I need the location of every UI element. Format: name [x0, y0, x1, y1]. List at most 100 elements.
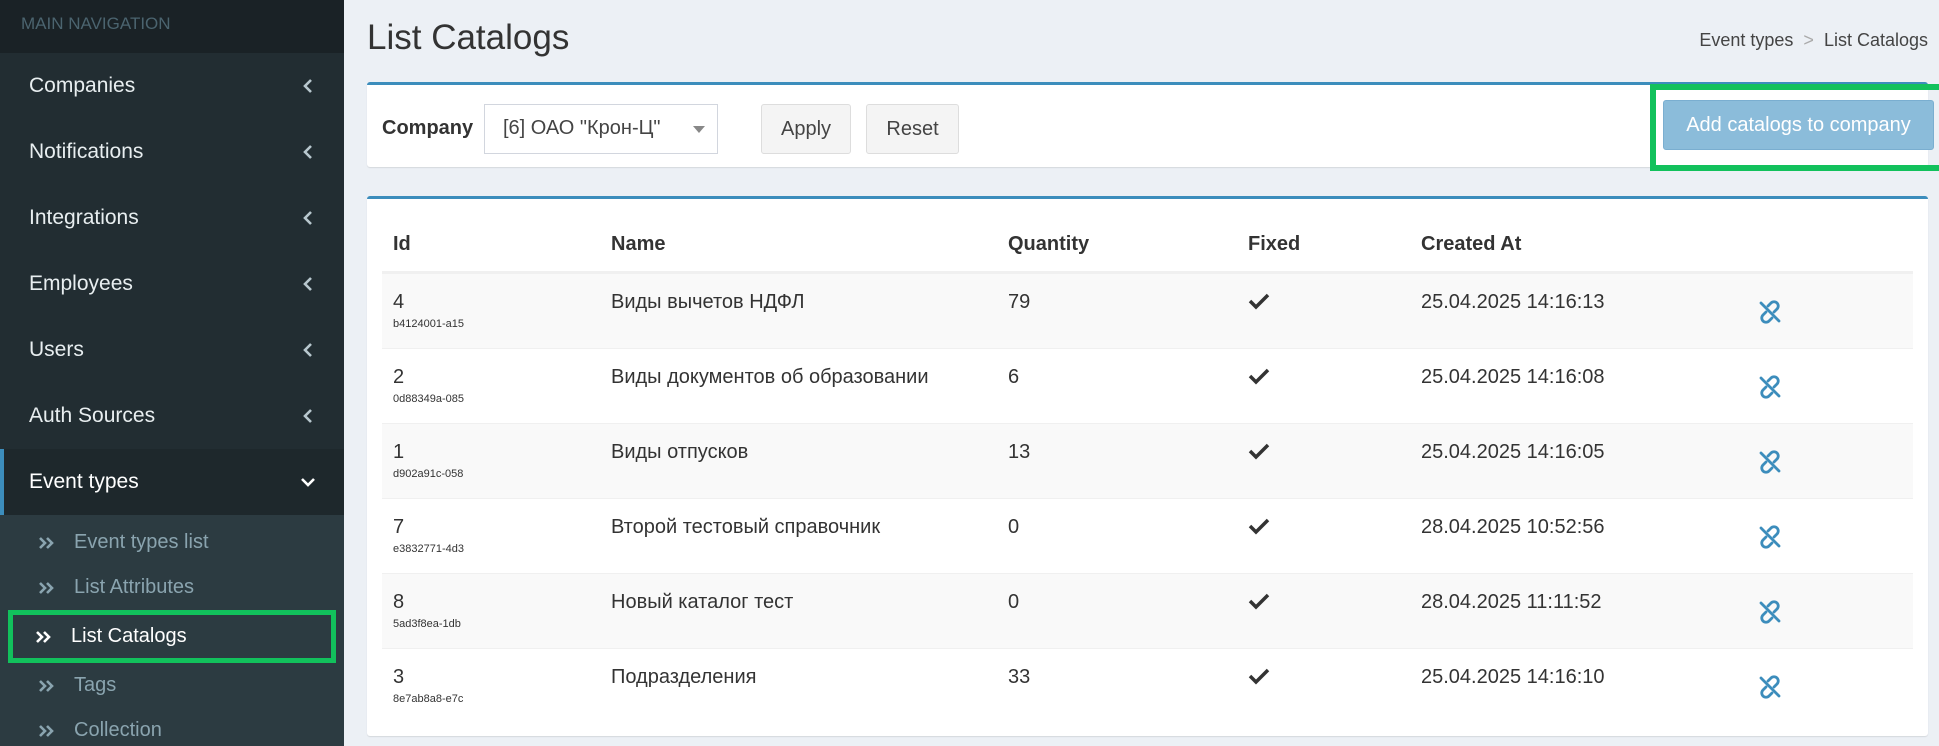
apply-button[interactable]: Apply [761, 104, 851, 154]
cell-created-at: 25.04.2025 14:16:13 [1421, 291, 1605, 313]
sidebar-item-label: Users [29, 338, 84, 361]
double-chevron-right-icon [35, 630, 57, 644]
cell-id: 4 b4124001-a15 [393, 291, 468, 330]
row-id: 8 [393, 591, 405, 613]
row-uuid: e3832771-4d3 [393, 543, 464, 555]
row-uuid: 5ad3f8ea-1db [393, 618, 461, 630]
cell-id: 3 8e7ab8a8-e7c [393, 666, 468, 705]
row-uuid: 0d88349a-085 [393, 393, 464, 405]
cell-quantity: 6 [1008, 366, 1020, 388]
column-header-id[interactable]: Id [393, 233, 411, 256]
sidebar-item-integrations[interactable]: Integrations [0, 185, 344, 251]
submenu-item-label: Tags [74, 674, 117, 696]
submenu-item-collection[interactable]: Collection [8, 708, 336, 746]
submenu-item-list-attributes[interactable]: List Attributes [8, 565, 336, 610]
chevron-left-icon [297, 75, 319, 97]
row-id: 1 [393, 441, 405, 463]
submenu-item-label: Collection [74, 719, 162, 741]
company-select[interactable]: [6] ОАО "Крон-Ц" [484, 104, 718, 154]
add-catalogs-highlight: Add catalogs to company [1650, 84, 1939, 171]
table-row: 7 e3832771-4d3 Второй тестовый справочник… [382, 498, 1913, 573]
cell-name: Подразделения [611, 666, 757, 688]
cell-id: 7 e3832771-4d3 [393, 516, 468, 555]
unlink-icon[interactable] [1758, 600, 1782, 630]
check-icon [1248, 667, 1270, 691]
column-header-quantity[interactable]: Quantity [1008, 233, 1089, 256]
breadcrumb: Event types > List Catalogs [1699, 30, 1928, 51]
caret-down-icon [693, 126, 705, 133]
table-row: 3 8e7ab8a8-e7c Подразделения 33 25.04.202… [382, 648, 1913, 723]
cell-created-at: 28.04.2025 11:11:52 [1421, 591, 1602, 613]
submenu-item-tags[interactable]: Tags [8, 663, 336, 708]
unlink-icon[interactable] [1758, 450, 1782, 480]
page-title: List Catalogs [367, 18, 570, 57]
cell-name: Виды отпусков [611, 441, 749, 463]
cell-name: Виды вычетов НДФЛ [611, 291, 805, 313]
check-icon [1248, 442, 1270, 466]
row-id: 7 [393, 516, 405, 538]
reset-button[interactable]: Reset [866, 104, 959, 154]
sidebar-item-label: Integrations [29, 206, 139, 229]
cell-quantity: 33 [1008, 666, 1031, 688]
check-icon [1248, 517, 1270, 541]
cell-created-at: 28.04.2025 10:52:56 [1421, 516, 1605, 538]
table-row: 8 5ad3f8ea-1db Новый каталог тест 0 28.04… [382, 573, 1913, 648]
submenu-item-list-catalogs[interactable]: List Catalogs [8, 610, 336, 663]
double-chevron-right-icon [38, 581, 60, 595]
row-id: 3 [393, 666, 405, 688]
cell-quantity: 13 [1008, 441, 1031, 463]
column-header-fixed[interactable]: Fixed [1248, 233, 1300, 256]
check-icon [1248, 592, 1270, 616]
sidebar-item-label: Employees [29, 272, 133, 295]
unlink-icon[interactable] [1758, 300, 1782, 330]
sidebar-item-event-types[interactable]: Event types [0, 449, 344, 515]
submenu-item-label: List Attributes [74, 576, 195, 598]
row-uuid: d902a91c-058 [393, 468, 464, 480]
catalogs-table: Id Name Quantity Fixed Created At 4 b4124… [367, 196, 1928, 736]
sidebar-item-notifications[interactable]: Notifications [0, 119, 344, 185]
row-id: 4 [393, 291, 405, 313]
chevron-left-icon [297, 141, 319, 163]
chevron-down-icon [297, 471, 319, 493]
cell-name: Виды документов об образовании [611, 366, 929, 388]
double-chevron-right-icon [38, 724, 60, 738]
sidebar-item-users[interactable]: Users [0, 317, 344, 383]
sidebar-item-employees[interactable]: Employees [0, 251, 344, 317]
breadcrumb-link-event-types[interactable]: Event types [1699, 30, 1793, 51]
unlink-icon[interactable] [1758, 375, 1782, 405]
cell-quantity: 0 [1008, 591, 1020, 613]
unlink-icon[interactable] [1758, 525, 1782, 555]
row-uuid: 8e7ab8a8-e7c [393, 693, 464, 705]
cell-created-at: 25.04.2025 14:16:08 [1421, 366, 1605, 388]
chevron-left-icon [297, 207, 319, 229]
breadcrumb-current: List Catalogs [1823, 30, 1928, 50]
unlink-icon[interactable] [1758, 675, 1782, 705]
sidebar-item-label: Auth Sources [29, 404, 156, 427]
add-catalogs-button[interactable]: Add catalogs to company [1663, 100, 1934, 150]
sidebar-item-label: Event types [29, 470, 139, 493]
submenu-item-event-types-list[interactable]: Event types list [8, 520, 336, 565]
cell-created-at: 25.04.2025 14:16:05 [1421, 441, 1605, 463]
row-uuid: b4124001-a15 [393, 318, 464, 330]
chevron-left-icon [297, 273, 319, 295]
breadcrumb-separator: > [1803, 30, 1814, 50]
chevron-left-icon [297, 339, 319, 361]
sidebar-item-auth-sources[interactable]: Auth Sources [0, 383, 344, 449]
cell-name: Второй тестовый справочник [611, 516, 881, 538]
double-chevron-right-icon [38, 536, 60, 550]
cell-quantity: 0 [1008, 516, 1020, 538]
sidebar-item-companies[interactable]: Companies [0, 53, 344, 119]
submenu-item-label: List Catalogs [71, 625, 187, 647]
cell-name: Новый каталог тест [611, 591, 794, 613]
cell-id: 8 5ad3f8ea-1db [393, 591, 468, 630]
table-row: 1 d902a91c-058 Виды отпусков 13 25.04.202… [382, 423, 1913, 498]
column-header-created-at[interactable]: Created At [1421, 233, 1521, 256]
cell-quantity: 79 [1008, 291, 1031, 313]
column-header-name[interactable]: Name [611, 233, 665, 256]
submenu-item-label: Event types list [74, 531, 209, 553]
main-content: List Catalogs Event types > List Catalog… [344, 0, 1939, 746]
check-icon [1248, 367, 1270, 391]
company-select-value: [6] ОАО "Крон-Ц" [503, 117, 661, 139]
nav-header: MAIN NAVIGATION [0, 0, 344, 53]
check-icon [1248, 292, 1270, 316]
